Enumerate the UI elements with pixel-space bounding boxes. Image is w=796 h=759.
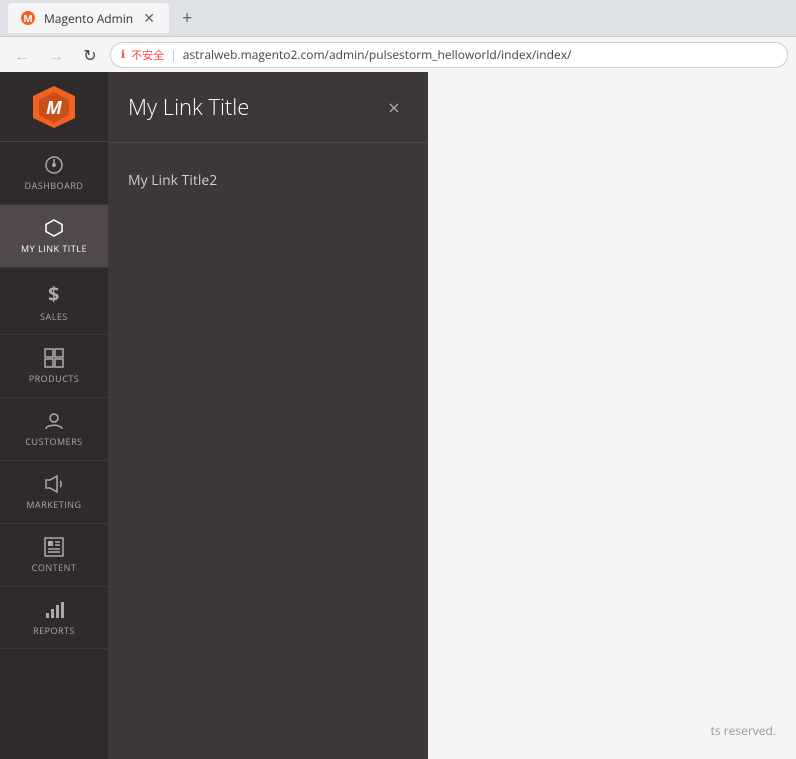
sidebar-item-my-link-title-label: MY LINK TITLE — [21, 244, 87, 255]
sidebar-item-customers-label: CUSTOMERS — [25, 437, 82, 448]
back-button[interactable]: ← — [8, 41, 36, 69]
sidebar-item-sales[interactable]: $ SALES — [0, 268, 108, 336]
main-content: My Link Title × My Link Title2 ts reserv… — [108, 72, 796, 759]
svg-text:M: M — [23, 11, 32, 25]
submenu-panel: My Link Title × My Link Title2 — [108, 72, 428, 759]
sidebar-item-products[interactable]: PRODUCTS — [0, 335, 108, 398]
refresh-button[interactable]: ↻ — [76, 41, 104, 69]
svg-text:M: M — [46, 96, 62, 120]
sidebar-item-dashboard-label: DASHBOARD — [25, 181, 84, 192]
browser-titlebar: M Magento Admin ✕ + — [0, 0, 796, 36]
browser-chrome: M Magento Admin ✕ + ← → ↻ ℹ 不安全 | astral… — [0, 0, 796, 72]
sidebar-item-content-label: CONTENT — [32, 563, 77, 574]
reports-icon — [43, 599, 65, 621]
content-icon — [43, 536, 65, 558]
security-icon: ℹ — [121, 47, 125, 62]
sidebar-item-customers[interactable]: CUSTOMERS — [0, 398, 108, 461]
sidebar-item-reports-label: REPORTS — [33, 626, 75, 637]
sidebar-item-my-link-title[interactable]: MY LINK TITLE — [0, 205, 108, 268]
submenu-item-0[interactable]: My Link Title2 — [128, 163, 408, 198]
sidebar-item-content[interactable]: CONTENT — [0, 524, 108, 587]
sidebar-logo: M — [0, 72, 108, 142]
submenu-header: My Link Title × — [108, 72, 428, 143]
sidebar-item-dashboard[interactable]: DASHBOARD — [0, 142, 108, 205]
app-container: M DASHBOARD MY LINK TITLE — [0, 72, 796, 759]
address-separator: | — [170, 46, 177, 63]
sidebar: M DASHBOARD MY LINK TITLE — [0, 72, 108, 759]
sidebar-item-sales-label: SALES — [40, 312, 68, 323]
forward-button[interactable]: → — [42, 41, 70, 69]
new-tab-button[interactable]: + — [173, 4, 201, 32]
submenu-close-button[interactable]: × — [380, 93, 408, 121]
tab-title: Magento Admin — [44, 10, 133, 27]
security-label: 不安全 — [131, 47, 164, 63]
sidebar-item-marketing-label: MARKETING — [26, 500, 81, 511]
browser-toolbar: ← → ↻ ℹ 不安全 | astralweb.magento2.com/adm… — [0, 36, 796, 72]
sidebar-item-products-label: PRODUCTS — [29, 374, 80, 385]
address-bar[interactable]: ℹ 不安全 | astralweb.magento2.com/admin/pul… — [110, 42, 788, 68]
customers-icon — [43, 410, 65, 432]
magento-logo-icon: M — [29, 82, 79, 132]
marketing-icon — [43, 473, 65, 495]
sidebar-item-marketing[interactable]: MARKETING — [0, 461, 108, 524]
url-text: astralweb.magento2.com/admin/pulsestorm_… — [183, 46, 572, 63]
submenu-title: My Link Title — [128, 92, 249, 122]
dashboard-icon — [43, 154, 65, 176]
sales-icon: $ — [48, 280, 60, 307]
tab-close-button[interactable]: ✕ — [141, 10, 157, 26]
copyright-text: ts reserved. — [711, 722, 776, 739]
submenu-body: My Link Title2 — [108, 143, 428, 759]
sidebar-item-reports[interactable]: REPORTS — [0, 587, 108, 650]
browser-tab[interactable]: M Magento Admin ✕ — [8, 3, 169, 33]
my-link-title-icon — [43, 217, 65, 239]
tab-favicon: M — [20, 10, 36, 26]
products-icon — [43, 347, 65, 369]
page-background: ts reserved. — [428, 72, 796, 759]
